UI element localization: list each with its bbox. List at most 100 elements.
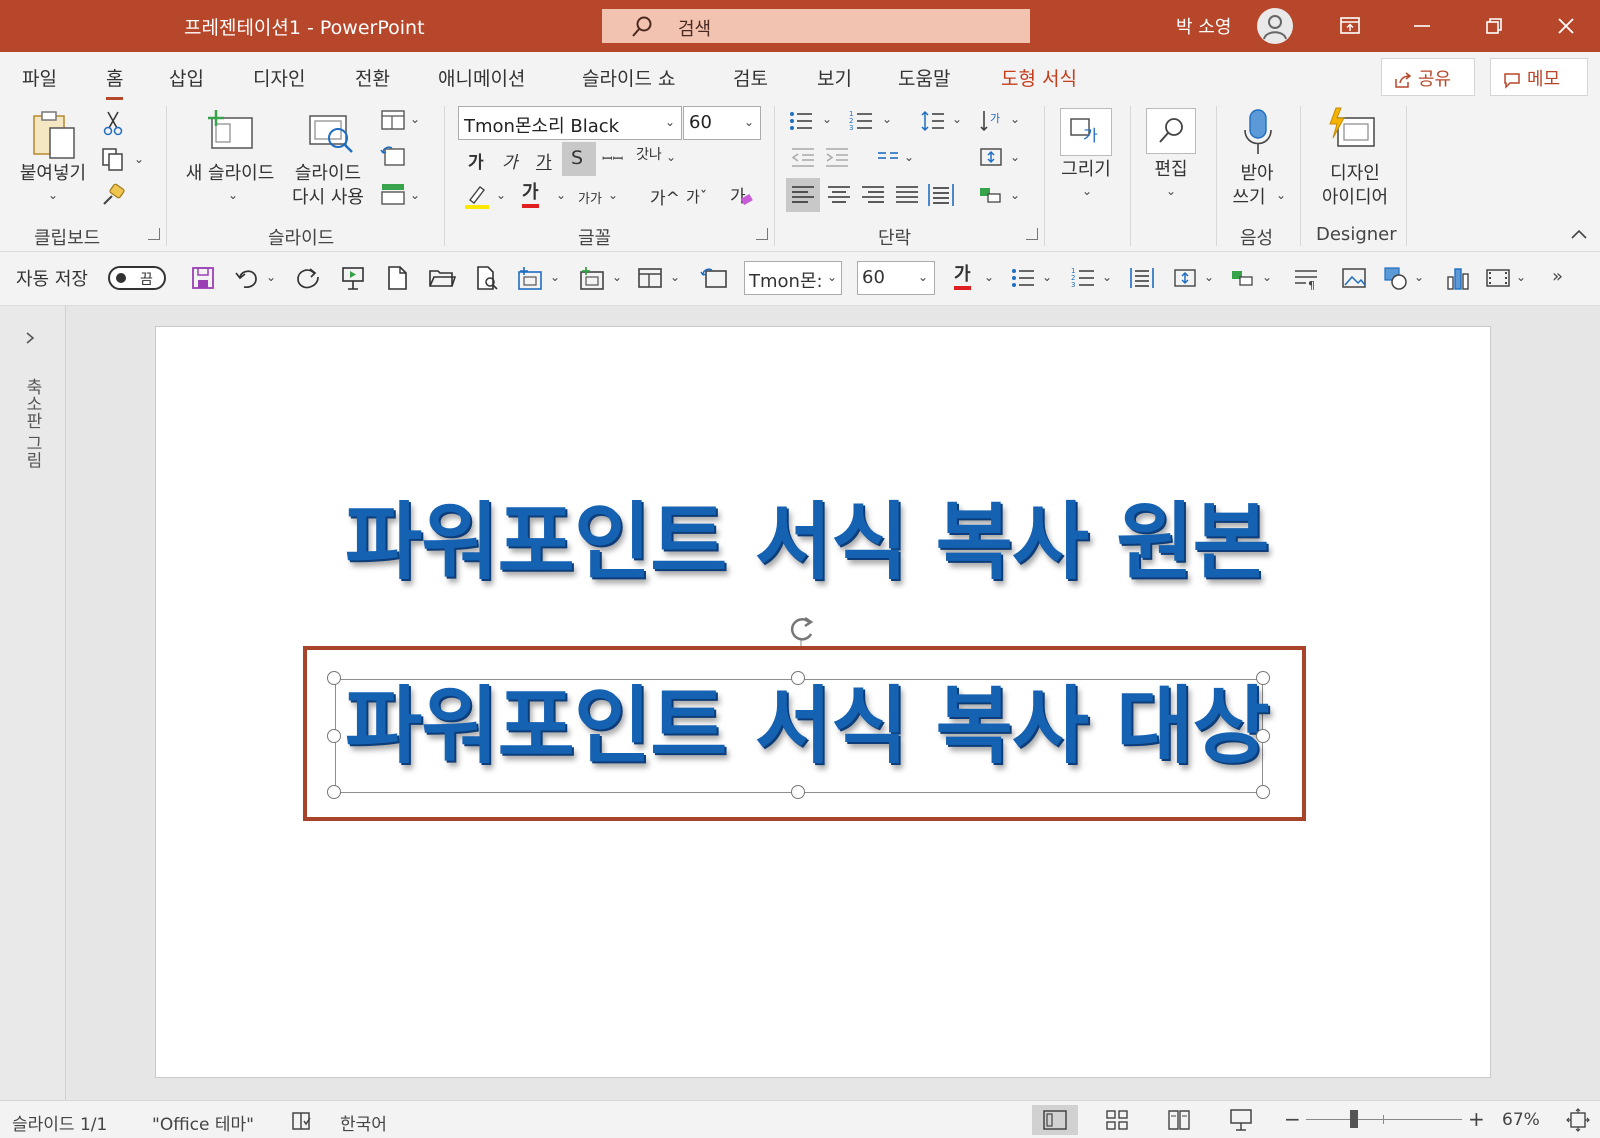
align-center-icon[interactable] (822, 178, 856, 212)
drawing-label[interactable]: 그리기 (1050, 158, 1122, 182)
tab-insert[interactable]: 삽입 (169, 64, 204, 91)
resize-handle-left[interactable] (327, 729, 341, 743)
shadow-button[interactable]: S (562, 142, 596, 176)
paste-icon[interactable] (30, 108, 80, 162)
columns-dropdown-icon[interactable]: ⌄ (904, 150, 914, 164)
resize-handle-right[interactable] (1256, 729, 1270, 743)
font-name-combo[interactable]: Tmon몬소리 Black ⌄ (458, 106, 682, 140)
new-slide-dropdown-icon[interactable]: ⌄ (228, 188, 238, 202)
change-case-dropdown-icon[interactable]: ⌄ (608, 188, 618, 202)
smartart-icon[interactable] (978, 182, 1004, 208)
line-spacing-icon[interactable] (920, 108, 946, 134)
reuse-slides-label-2[interactable]: 다시 사용 (288, 186, 368, 210)
align-text-dropdown-icon[interactable]: ⌄ (1010, 150, 1020, 164)
paste-label[interactable]: 붙여넣기 (12, 162, 94, 186)
bold-button[interactable]: 가 (468, 148, 484, 173)
qat-align-text-dropdown-icon[interactable]: ⌄ (1204, 270, 1214, 284)
tab-slideshow[interactable]: 슬라이드 쇼 (582, 64, 675, 91)
columns-icon[interactable] (876, 148, 900, 168)
zoom-out-icon[interactable]: − (1284, 1107, 1301, 1131)
text-direction-dropdown-icon[interactable]: ⌄ (1010, 112, 1020, 126)
tab-animations[interactable]: 애니메이션 (438, 64, 525, 91)
qat-smartart-icon[interactable] (1230, 265, 1256, 291)
reading-view-button[interactable] (1156, 1105, 1202, 1135)
distributed-icon[interactable] (924, 178, 958, 212)
character-spacing-dropdown-icon[interactable]: ⌄ (666, 150, 676, 164)
design-ideas-icon[interactable] (1326, 106, 1378, 156)
font-name-dropdown-icon[interactable]: ⌄ (665, 115, 675, 129)
user-name[interactable]: 박 소영 (1176, 13, 1231, 39)
section-icon[interactable] (380, 182, 406, 206)
rotate-handle-icon[interactable] (781, 612, 821, 648)
minimize-icon[interactable] (1408, 12, 1436, 40)
clipboard-launcher-icon[interactable] (148, 228, 160, 240)
autosave-toggle[interactable]: 끔 (108, 266, 166, 290)
qat-font-name-combo[interactable]: Tmon몬: ⌄ (744, 261, 842, 295)
tab-shape-format[interactable]: 도형 서식 (1001, 64, 1077, 91)
qat-distributed-icon[interactable] (1128, 265, 1156, 291)
smartart-dropdown-icon[interactable]: ⌄ (1010, 188, 1020, 202)
zoom-slider-track[interactable] (1306, 1119, 1462, 1120)
qat-align-text-icon[interactable] (1172, 265, 1198, 291)
comments-button[interactable]: 메모 (1490, 58, 1588, 96)
qat-text-options-icon[interactable]: ¶ (1292, 265, 1320, 291)
increase-indent-icon[interactable] (824, 144, 850, 170)
layout-qat-icon[interactable] (636, 265, 664, 291)
slideshow-view-button[interactable] (1218, 1105, 1264, 1135)
text-direction-icon[interactable]: 가 (978, 108, 1004, 134)
font-launcher-icon[interactable] (756, 228, 768, 240)
reuse-slides-icon[interactable] (308, 112, 358, 156)
align-text-icon[interactable] (978, 144, 1004, 170)
zoom-level[interactable]: 67% (1502, 1110, 1540, 1130)
resize-handle-bottom-right[interactable] (1256, 785, 1270, 799)
slide-sorter-view-button[interactable] (1094, 1105, 1140, 1135)
qat-font-name-dropdown-icon[interactable]: ⌄ (827, 270, 837, 284)
search-box[interactable]: 검색 (602, 9, 1030, 43)
tab-design[interactable]: 디자인 (253, 64, 305, 91)
fit-to-window-icon[interactable] (1566, 1108, 1590, 1132)
find-icon[interactable] (1146, 108, 1196, 154)
qat-font-color-button[interactable]: 가 (954, 264, 971, 290)
qat-smartart-dropdown-icon[interactable]: ⌄ (1262, 270, 1272, 284)
start-from-beginning-icon[interactable] (340, 265, 366, 291)
dictate-label-2[interactable]: 쓰기 (1222, 186, 1276, 210)
bullets-dropdown-icon[interactable]: ⌄ (822, 112, 832, 126)
wordart-target-text[interactable]: 파워포인트 서식 복사 대상 (345, 684, 1270, 768)
justify-icon[interactable] (890, 178, 924, 212)
zoom-in-icon[interactable]: + (1468, 1107, 1485, 1131)
qat-font-color-dropdown-icon[interactable]: ⌄ (984, 270, 994, 284)
numbering-dropdown-icon[interactable]: ⌄ (882, 112, 892, 126)
expand-pane-icon[interactable] (24, 330, 36, 346)
thumbnail-pane-label[interactable]: 축소판 그림 (20, 378, 45, 468)
save-icon[interactable] (190, 265, 216, 291)
character-spacing-button[interactable]: 갓나 (636, 144, 662, 164)
highlight-icon[interactable] (464, 182, 490, 210)
dictate-dropdown-icon[interactable]: ⌄ (1276, 188, 1286, 202)
paragraph-launcher-icon[interactable] (1026, 228, 1038, 240)
italic-button[interactable]: 가 (502, 148, 518, 173)
layout-icon[interactable] (380, 108, 406, 132)
shrink-font-button[interactable]: 가ˇ (686, 186, 707, 207)
qat-bullets-dropdown-icon[interactable]: ⌄ (1042, 270, 1052, 284)
normal-view-button[interactable] (1032, 1105, 1078, 1135)
ribbon-display-icon[interactable] (1336, 12, 1364, 40)
editing-dropdown-icon[interactable]: ⌄ (1166, 184, 1176, 198)
reset-slide-icon[interactable] (380, 144, 406, 168)
qat-font-size-dropdown-icon[interactable]: ⌄ (918, 270, 928, 284)
qat-shapes-dropdown-icon[interactable]: ⌄ (1414, 270, 1424, 284)
qat-video-icon[interactable] (1484, 265, 1512, 291)
font-size-dropdown-icon[interactable]: ⌄ (744, 115, 754, 129)
avatar[interactable] (1257, 8, 1293, 44)
new-slide-qat-icon[interactable] (516, 265, 544, 291)
share-button[interactable]: 공유 (1381, 58, 1475, 96)
paste-dropdown-icon[interactable]: ⌄ (48, 188, 58, 202)
copy-icon[interactable] (100, 146, 126, 172)
zoom-slider-thumb[interactable] (1350, 1110, 1358, 1128)
microphone-icon[interactable] (1240, 108, 1276, 158)
tab-file[interactable]: 파일 (22, 64, 57, 91)
font-color-button[interactable]: 가 (522, 182, 539, 208)
qat-more-icon[interactable]: » (1552, 266, 1563, 287)
tab-help[interactable]: 도움말 (898, 64, 950, 91)
layout-dropdown-icon[interactable]: ⌄ (410, 112, 420, 126)
new-slide-label[interactable]: 새 슬라이드 (180, 162, 280, 186)
